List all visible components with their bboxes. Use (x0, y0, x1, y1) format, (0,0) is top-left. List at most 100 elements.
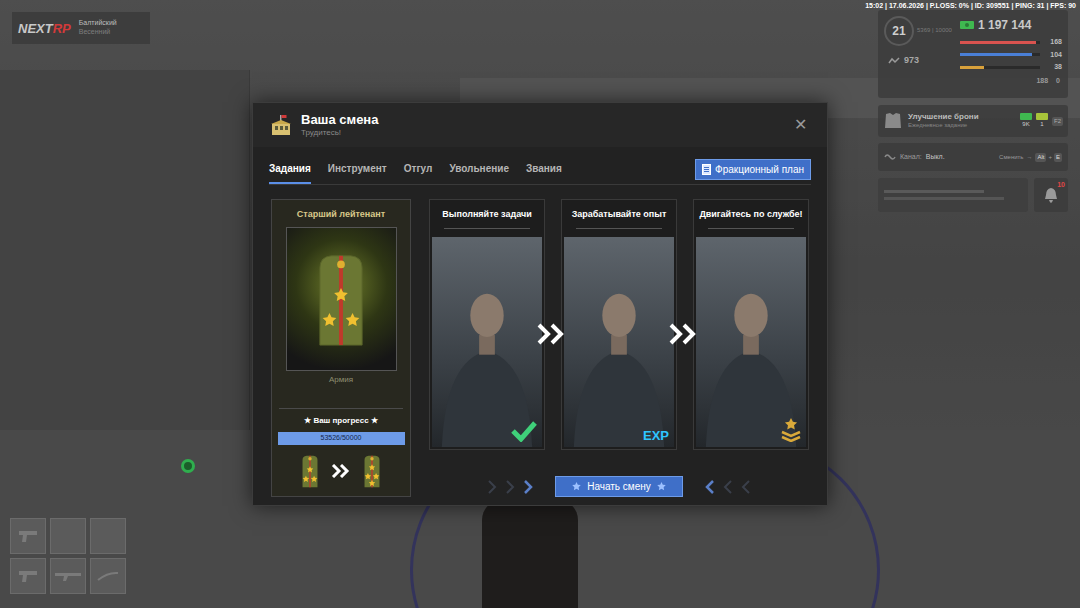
slot[interactable] (90, 558, 126, 594)
step-divider (708, 228, 794, 229)
star-icon (572, 482, 581, 491)
document-icon (702, 164, 711, 175)
key-separator: + (1048, 153, 1052, 162)
server-name: Балтийский (79, 19, 117, 28)
next-rank-icon (359, 454, 385, 488)
step-divider (444, 228, 530, 229)
tab-label: Отгул (404, 161, 433, 176)
progress-track: 53526/50000 (278, 432, 405, 445)
chevron-arrow-icon (536, 323, 568, 345)
shift-modal: Ваша смена Трудитесь! ✕ Задания Инструмен… (252, 102, 828, 506)
slot[interactable] (50, 558, 86, 594)
stat-track (960, 41, 1040, 44)
reward-value: 1 (1040, 120, 1043, 129)
step-card: Зарабатывайте опыт EXP (561, 199, 677, 450)
stat-track (960, 53, 1040, 56)
chevrons-decor-icon (485, 479, 545, 495)
progress-label: ★ Ваш прогресс ★ (304, 415, 378, 427)
step-illustration (696, 237, 806, 447)
armor-subtitle: Ежедневное задание (908, 122, 979, 130)
tab-label: Звания (526, 161, 562, 176)
officer-figure-icon (564, 237, 674, 447)
stat-extra: 0 (1056, 76, 1060, 87)
hotkey: F2 (1052, 117, 1063, 126)
arrow-text: → (1026, 153, 1032, 162)
slot[interactable] (50, 518, 86, 554)
step-title: Зарабатывайте опыт (564, 202, 674, 228)
stat-row: 168 (960, 37, 1062, 48)
modal-subtitle: Трудитесь! (301, 129, 378, 137)
faction-plan-button[interactable]: Фракционный план (695, 159, 811, 180)
stat-fill (960, 66, 984, 69)
step-card: Двигайтесь по службе! (693, 199, 809, 450)
notification-widget (878, 178, 1028, 212)
stat-value: 104 (1044, 50, 1062, 61)
rifle-icon (54, 570, 82, 582)
tab-label: Инструмент (328, 161, 387, 176)
shoulder-strap-icon (311, 251, 371, 347)
map-marker (181, 459, 195, 473)
tab[interactable]: Увольнение (449, 155, 509, 184)
bell-count: 10 (1057, 180, 1065, 191)
armor-icon (883, 112, 903, 130)
level-badge: 21 (884, 16, 914, 46)
armor-widget[interactable]: Улучшение брони Ежедневное задание 9K 1 … (878, 105, 1068, 137)
start-shift-button[interactable]: Начать смену (555, 476, 683, 497)
stat-value: 38 (1044, 62, 1062, 73)
rank-image (286, 227, 397, 371)
star-icon (657, 482, 666, 491)
game-screen: NEXTRP Балтийский Весенний 15:02 | 17.06… (0, 0, 1080, 608)
tab[interactable]: Отгул (404, 155, 433, 184)
tab[interactable]: Инструмент (328, 155, 387, 184)
armor-title: Улучшение брони (908, 112, 979, 122)
slot[interactable] (10, 518, 46, 554)
server-logo: NEXTRP Балтийский Весенний (12, 12, 150, 44)
tab[interactable]: Задания (269, 155, 311, 184)
server-season: Весенний (79, 28, 117, 37)
channel-value: Выкл. (926, 152, 945, 163)
step-card: Выполняйте задачи (429, 199, 545, 450)
coins-value: 973 (904, 54, 919, 68)
officer-figure-icon (432, 237, 542, 447)
pistol-icon (18, 569, 38, 583)
exp-text: 5369 | 10000 (917, 27, 952, 35)
building-icon (269, 114, 293, 136)
slot[interactable] (90, 518, 126, 554)
tab-label: Увольнение (449, 161, 509, 176)
slot[interactable] (10, 558, 46, 594)
current-rank-icon (297, 454, 323, 488)
tab-label: Задания (269, 161, 311, 176)
chevrons-decor-icon (693, 479, 753, 495)
step-title: Выполняйте задачи (432, 202, 542, 228)
officer-figure-icon (696, 237, 806, 447)
stat-track (960, 66, 1040, 69)
close-button[interactable]: ✕ (790, 117, 811, 133)
reward-value: 9K (1022, 120, 1029, 129)
hotkey: Alt (1035, 153, 1046, 162)
start-shift-label: Начать смену (587, 479, 651, 494)
exp-badge: EXP (643, 429, 669, 442)
switch-label: Сменить (999, 153, 1023, 162)
faction-plan-label: Фракционный план (715, 162, 804, 177)
bell-icon (1044, 187, 1058, 203)
radio-icon (884, 152, 896, 162)
step-divider (576, 228, 662, 229)
money-value: 1 197 144 (978, 16, 1031, 34)
progress-text: 53526/50000 (321, 433, 362, 444)
modal-header: Ваша смена Трудитесь! ✕ (253, 103, 827, 147)
double-chevron-icon (331, 464, 351, 478)
step-badge (781, 418, 801, 442)
rank-chevron-icon (781, 418, 801, 442)
stat-row: 104 (960, 50, 1062, 61)
rank-title: Старший лейтенант (297, 200, 385, 222)
stat-value: 168 (1044, 37, 1062, 48)
bell-button[interactable]: 10 (1034, 178, 1068, 212)
step-title: Двигайтесь по службе! (696, 202, 806, 228)
step-badge: EXP (643, 429, 669, 442)
rank-card: Старший лейтенант Армия ★ Ваш прогресс ★ (271, 199, 411, 497)
check-icon (511, 420, 537, 442)
channel-label: Канал: (900, 152, 922, 163)
rank-branch: Армия (329, 374, 353, 386)
tab[interactable]: Звания (526, 155, 562, 184)
channel-widget[interactable]: Канал: Выкл. Сменить → Alt+E (878, 143, 1068, 171)
